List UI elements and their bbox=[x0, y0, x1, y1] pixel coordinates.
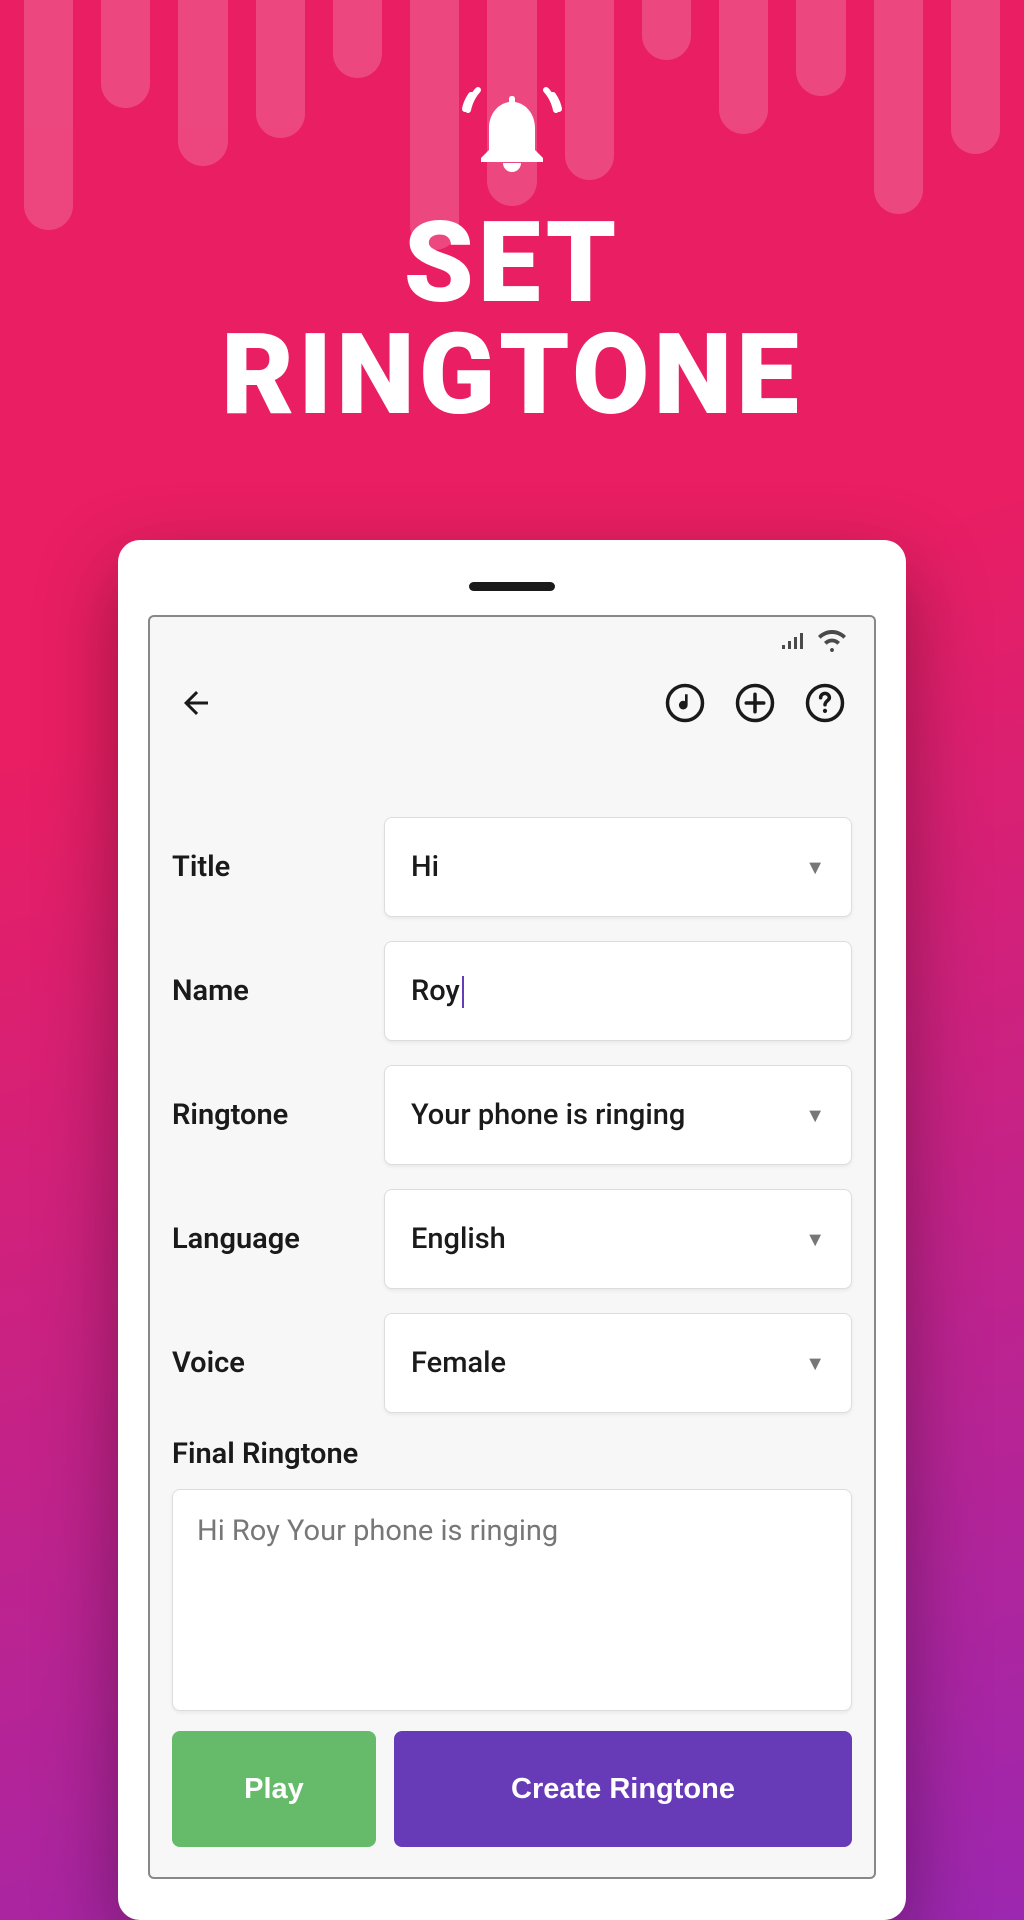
voice-select[interactable]: Female ▼ bbox=[384, 1313, 852, 1413]
text-cursor bbox=[462, 976, 464, 1008]
final-ringtone-label: Final Ringtone bbox=[172, 1437, 852, 1471]
app-bar bbox=[150, 665, 874, 741]
hero-section: SET RINGTONE bbox=[0, 80, 1024, 432]
chevron-down-icon: ▼ bbox=[805, 1227, 825, 1252]
phone-speaker bbox=[469, 582, 555, 591]
ringtone-select[interactable]: Your phone is ringing ▼ bbox=[384, 1065, 852, 1165]
phone-screen: Title Hi ▼ Name Roy Ringtone Your phone … bbox=[148, 615, 876, 1879]
final-ringtone-preview: Hi Roy Your phone is ringing bbox=[172, 1489, 852, 1711]
status-bar bbox=[150, 617, 874, 665]
language-label: Language bbox=[172, 1222, 384, 1256]
ringtone-label: Ringtone bbox=[172, 1098, 384, 1132]
chevron-down-icon: ▼ bbox=[805, 1351, 825, 1376]
chevron-down-icon: ▼ bbox=[805, 1103, 825, 1128]
voice-label: Voice bbox=[172, 1346, 384, 1380]
hero-title: SET RINGTONE bbox=[0, 208, 1024, 432]
help-button[interactable] bbox=[804, 682, 846, 724]
play-button[interactable]: Play bbox=[172, 1731, 376, 1847]
bell-icon bbox=[453, 80, 571, 188]
add-button[interactable] bbox=[734, 682, 776, 724]
wifi-icon bbox=[818, 630, 846, 652]
title-label: Title bbox=[172, 850, 384, 884]
language-select[interactable]: English ▼ bbox=[384, 1189, 852, 1289]
phone-frame: Title Hi ▼ Name Roy Ringtone Your phone … bbox=[118, 540, 906, 1920]
ringtone-library-button[interactable] bbox=[664, 682, 706, 724]
create-ringtone-button[interactable]: Create Ringtone bbox=[394, 1731, 852, 1847]
name-label: Name bbox=[172, 974, 384, 1008]
ringtone-form: Title Hi ▼ Name Roy Ringtone Your phone … bbox=[150, 741, 874, 1847]
signal-icon bbox=[780, 631, 806, 651]
back-button[interactable] bbox=[178, 685, 214, 721]
name-input[interactable]: Roy bbox=[384, 941, 852, 1041]
chevron-down-icon: ▼ bbox=[805, 855, 825, 880]
title-select[interactable]: Hi ▼ bbox=[384, 817, 852, 917]
